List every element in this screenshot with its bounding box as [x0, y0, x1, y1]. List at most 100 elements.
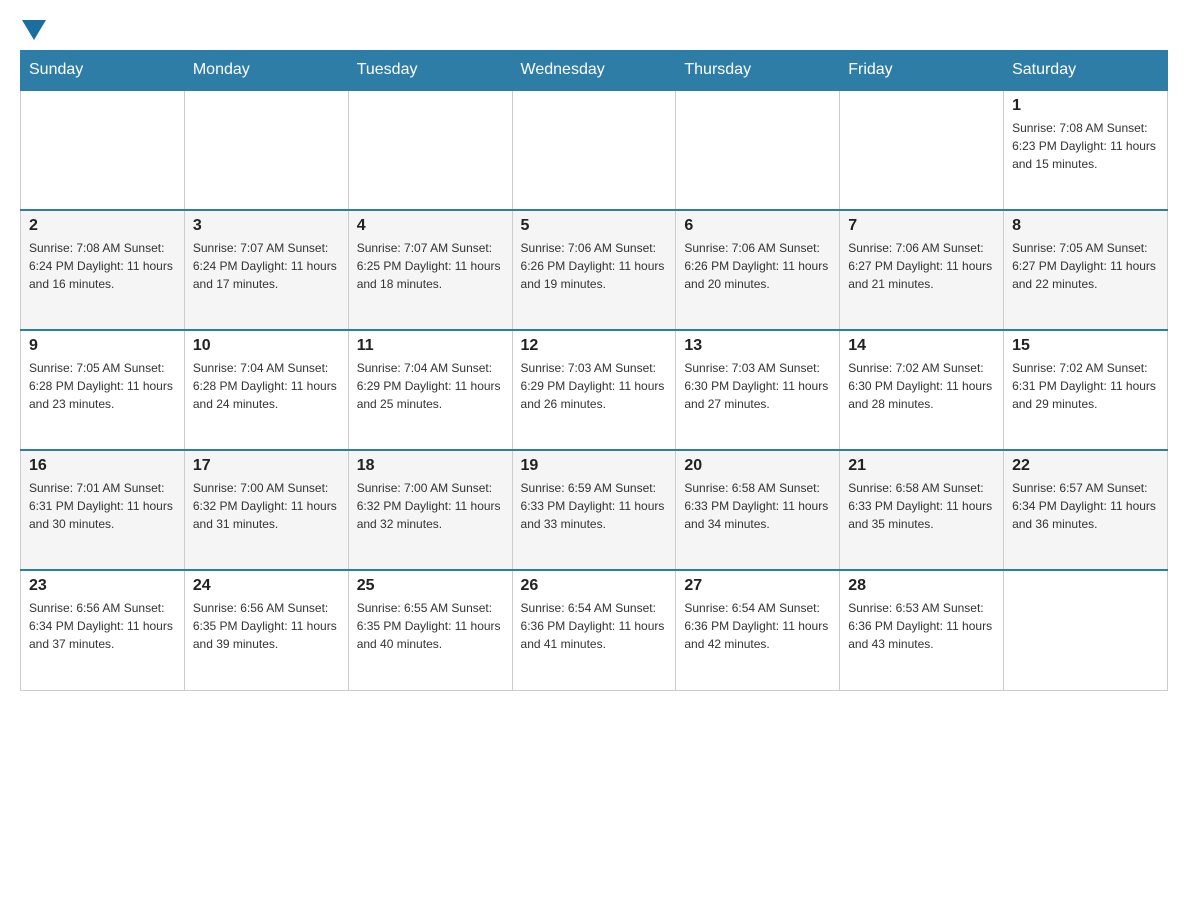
day-info: Sunrise: 6:57 AM Sunset: 6:34 PM Dayligh… — [1012, 479, 1159, 533]
day-number: 2 — [29, 217, 176, 235]
calendar-cell: 5 Sunrise: 7:06 AM Sunset: 6:26 PM Daylig… — [512, 210, 676, 330]
calendar-cell — [184, 90, 348, 210]
day-number: 25 — [357, 577, 504, 595]
page-header — [20, 20, 1168, 40]
day-info: Sunrise: 6:53 AM Sunset: 6:36 PM Dayligh… — [848, 599, 995, 653]
calendar-cell: 7Sunrise: 7:06 AM Sunset: 6:27 PM Daylig… — [840, 210, 1004, 330]
day-info: Sunrise: 6:58 AM Sunset: 6:33 PM Dayligh… — [684, 479, 831, 533]
calendar-cell: 12 Sunrise: 7:03 AM Sunset: 6:29 PM Dayli… — [512, 330, 676, 450]
calendar-cell: 16 Sunrise: 7:01 AM Sunset: 6:31 PM Dayli… — [21, 450, 185, 570]
day-info: Sunrise: 7:05 AM Sunset: 6:28 PM Dayligh… — [29, 359, 176, 413]
day-info: Sunrise: 7:03 AM Sunset: 6:29 PM Dayligh… — [521, 359, 668, 413]
calendar-cell — [512, 90, 676, 210]
calendar-cell: 21 Sunrise: 6:58 AM Sunset: 6:33 PM Dayli… — [840, 450, 1004, 570]
day-number: 16 — [29, 457, 176, 475]
calendar-table: SundayMondayTuesdayWednesdayThursdayFrid… — [20, 50, 1168, 691]
day-number: 5 — [521, 217, 668, 235]
day-number: 13 — [684, 337, 831, 355]
calendar-header-sunday: Sunday — [21, 51, 185, 91]
calendar-cell: 28 Sunrise: 6:53 AM Sunset: 6:36 PM Dayli… — [840, 570, 1004, 690]
day-info: Sunrise: 7:06 AM Sunset: 6:26 PM Dayligh… — [684, 239, 831, 293]
day-number: 4 — [357, 217, 504, 235]
calendar-week-row: 9 Sunrise: 7:05 AM Sunset: 6:28 PM Daylig… — [21, 330, 1168, 450]
calendar-cell: 23 Sunrise: 6:56 AM Sunset: 6:34 PM Dayli… — [21, 570, 185, 690]
day-info: Sunrise: 7:08 AM Sunset: 6:24 PM Dayligh… — [29, 239, 176, 293]
logo — [20, 20, 48, 40]
calendar-cell: 2 Sunrise: 7:08 AM Sunset: 6:24 PM Daylig… — [21, 210, 185, 330]
day-info: Sunrise: 7:07 AM Sunset: 6:24 PM Dayligh… — [193, 239, 340, 293]
calendar-cell — [676, 90, 840, 210]
day-info: Sunrise: 7:06 AM Sunset: 6:27 PM Dayligh… — [848, 239, 995, 293]
day-number: 14 — [848, 337, 995, 355]
calendar-cell: 4 Sunrise: 7:07 AM Sunset: 6:25 PM Daylig… — [348, 210, 512, 330]
day-number: 1 — [1012, 97, 1159, 115]
calendar-cell: 19Sunrise: 6:59 AM Sunset: 6:33 PM Dayli… — [512, 450, 676, 570]
day-number: 19 — [521, 457, 668, 475]
day-number: 6 — [684, 217, 831, 235]
calendar-week-row: 23 Sunrise: 6:56 AM Sunset: 6:34 PM Dayli… — [21, 570, 1168, 690]
calendar-cell: 3 Sunrise: 7:07 AM Sunset: 6:24 PM Daylig… — [184, 210, 348, 330]
calendar-week-row: 2 Sunrise: 7:08 AM Sunset: 6:24 PM Daylig… — [21, 210, 1168, 330]
calendar-cell: 14 Sunrise: 7:02 AM Sunset: 6:30 PM Dayli… — [840, 330, 1004, 450]
day-info: Sunrise: 7:04 AM Sunset: 6:28 PM Dayligh… — [193, 359, 340, 413]
calendar-header-row: SundayMondayTuesdayWednesdayThursdayFrid… — [21, 51, 1168, 91]
calendar-week-row: 1 Sunrise: 7:08 AM Sunset: 6:23 PM Daylig… — [21, 90, 1168, 210]
day-number: 18 — [357, 457, 504, 475]
day-number: 22 — [1012, 457, 1159, 475]
logo-triangle-icon — [22, 20, 46, 40]
day-info: Sunrise: 6:56 AM Sunset: 6:34 PM Dayligh… — [29, 599, 176, 653]
calendar-header-thursday: Thursday — [676, 51, 840, 91]
day-info: Sunrise: 6:54 AM Sunset: 6:36 PM Dayligh… — [684, 599, 831, 653]
day-info: Sunrise: 6:54 AM Sunset: 6:36 PM Dayligh… — [521, 599, 668, 653]
day-number: 10 — [193, 337, 340, 355]
day-info: Sunrise: 6:55 AM Sunset: 6:35 PM Dayligh… — [357, 599, 504, 653]
calendar-cell: 1 Sunrise: 7:08 AM Sunset: 6:23 PM Daylig… — [1004, 90, 1168, 210]
calendar-cell: 15 Sunrise: 7:02 AM Sunset: 6:31 PM Dayli… — [1004, 330, 1168, 450]
calendar-cell: 18 Sunrise: 7:00 AM Sunset: 6:32 PM Dayli… — [348, 450, 512, 570]
calendar-cell — [840, 90, 1004, 210]
day-info: Sunrise: 7:00 AM Sunset: 6:32 PM Dayligh… — [193, 479, 340, 533]
day-number: 8 — [1012, 217, 1159, 235]
calendar-header-wednesday: Wednesday — [512, 51, 676, 91]
calendar-week-row: 16 Sunrise: 7:01 AM Sunset: 6:31 PM Dayli… — [21, 450, 1168, 570]
day-info: Sunrise: 7:07 AM Sunset: 6:25 PM Dayligh… — [357, 239, 504, 293]
calendar-cell: 10 Sunrise: 7:04 AM Sunset: 6:28 PM Dayli… — [184, 330, 348, 450]
day-number: 11 — [357, 337, 504, 355]
calendar-cell: 11 Sunrise: 7:04 AM Sunset: 6:29 PM Dayli… — [348, 330, 512, 450]
calendar-cell: 20 Sunrise: 6:58 AM Sunset: 6:33 PM Dayli… — [676, 450, 840, 570]
day-info: Sunrise: 7:05 AM Sunset: 6:27 PM Dayligh… — [1012, 239, 1159, 293]
calendar-cell: 24 Sunrise: 6:56 AM Sunset: 6:35 PM Dayli… — [184, 570, 348, 690]
day-number: 17 — [193, 457, 340, 475]
day-number: 21 — [848, 457, 995, 475]
day-number: 26 — [521, 577, 668, 595]
day-info: Sunrise: 6:56 AM Sunset: 6:35 PM Dayligh… — [193, 599, 340, 653]
calendar-cell: 26 Sunrise: 6:54 AM Sunset: 6:36 PM Dayli… — [512, 570, 676, 690]
calendar-cell — [1004, 570, 1168, 690]
day-number: 24 — [193, 577, 340, 595]
calendar-cell: 9 Sunrise: 7:05 AM Sunset: 6:28 PM Daylig… — [21, 330, 185, 450]
calendar-cell: 27 Sunrise: 6:54 AM Sunset: 6:36 PM Dayli… — [676, 570, 840, 690]
day-number: 15 — [1012, 337, 1159, 355]
day-number: 20 — [684, 457, 831, 475]
day-info: Sunrise: 7:02 AM Sunset: 6:30 PM Dayligh… — [848, 359, 995, 413]
day-number: 27 — [684, 577, 831, 595]
day-number: 12 — [521, 337, 668, 355]
day-info: Sunrise: 7:04 AM Sunset: 6:29 PM Dayligh… — [357, 359, 504, 413]
calendar-cell: 8 Sunrise: 7:05 AM Sunset: 6:27 PM Daylig… — [1004, 210, 1168, 330]
day-number: 23 — [29, 577, 176, 595]
day-number: 9 — [29, 337, 176, 355]
calendar-cell: 25 Sunrise: 6:55 AM Sunset: 6:35 PM Dayli… — [348, 570, 512, 690]
calendar-header-friday: Friday — [840, 51, 1004, 91]
day-info: Sunrise: 7:00 AM Sunset: 6:32 PM Dayligh… — [357, 479, 504, 533]
calendar-cell: 6 Sunrise: 7:06 AM Sunset: 6:26 PM Daylig… — [676, 210, 840, 330]
day-info: Sunrise: 7:06 AM Sunset: 6:26 PM Dayligh… — [521, 239, 668, 293]
day-info: Sunrise: 7:01 AM Sunset: 6:31 PM Dayligh… — [29, 479, 176, 533]
calendar-cell: 17 Sunrise: 7:00 AM Sunset: 6:32 PM Dayli… — [184, 450, 348, 570]
day-number: 28 — [848, 577, 995, 595]
calendar-header-tuesday: Tuesday — [348, 51, 512, 91]
day-info: Sunrise: 7:03 AM Sunset: 6:30 PM Dayligh… — [684, 359, 831, 413]
day-info: Sunrise: 7:02 AM Sunset: 6:31 PM Dayligh… — [1012, 359, 1159, 413]
day-number: 3 — [193, 217, 340, 235]
day-info: Sunrise: 6:58 AM Sunset: 6:33 PM Dayligh… — [848, 479, 995, 533]
day-info: Sunrise: 7:08 AM Sunset: 6:23 PM Dayligh… — [1012, 119, 1159, 173]
